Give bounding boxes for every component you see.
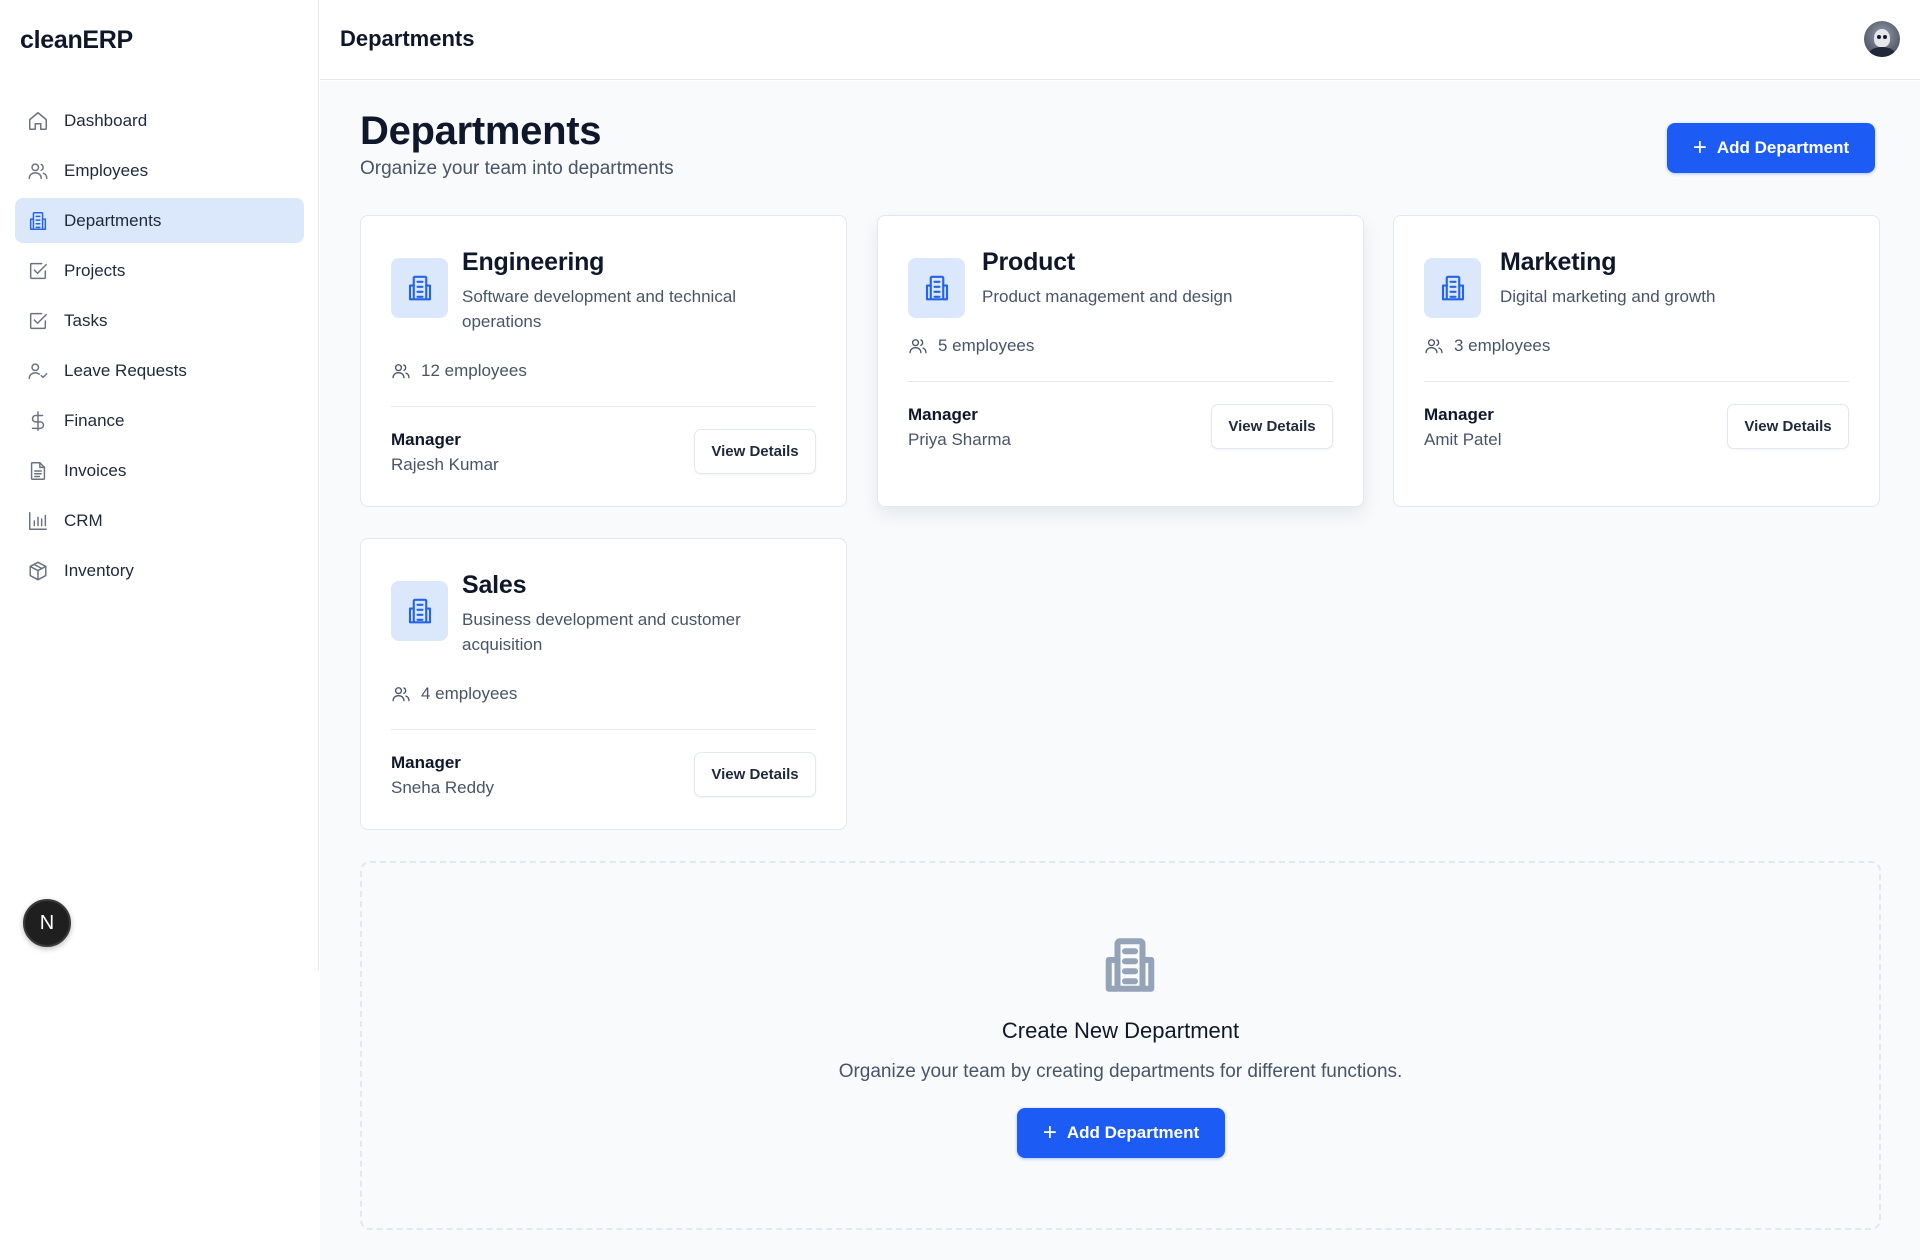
employee-count-label: 4 employees	[421, 684, 518, 703]
building-icon	[391, 581, 448, 641]
view-details-button[interactable]: View Details	[694, 429, 816, 474]
sidebar-item-leave-requests[interactable]: Leave Requests	[15, 348, 304, 393]
avatar[interactable]	[1864, 21, 1900, 57]
manager-label: Manager	[391, 753, 461, 772]
sidebar-item-projects[interactable]: Projects	[15, 248, 304, 293]
top-header: Departments	[320, 0, 1920, 80]
sidebar: cleanERP Dashboard Employees Departments…	[0, 0, 319, 970]
sidebar-nav: Dashboard Employees Departments Projects…	[15, 98, 304, 598]
create-department-title: Create New Department	[1001, 1018, 1240, 1043]
employee-count: 4 employees	[391, 684, 517, 704]
sidebar-item-label: Inventory	[64, 560, 134, 580]
employee-count-label: 5 employees	[938, 336, 1035, 355]
users-icon	[1425, 339, 1443, 354]
manager-label: Manager	[1424, 405, 1494, 424]
dev-tools-badge[interactable]: N	[23, 899, 71, 947]
sidebar-item-label: CRM	[64, 510, 103, 530]
create-department-panel: Create New Department Organize your team…	[360, 861, 1881, 1230]
sidebar-item-departments[interactable]: Departments	[15, 198, 304, 243]
employee-count: 3 employees	[1424, 336, 1550, 356]
sidebar-item-invoices[interactable]: Invoices	[15, 448, 304, 493]
manager-name: Sneha Reddy	[391, 778, 495, 797]
manager-name: Amit Patel	[1424, 430, 1502, 449]
department-card-marketing: Marketing Digital marketing and growth 3…	[1393, 215, 1880, 507]
department-name: Product	[982, 248, 1076, 276]
header-title: Departments	[340, 26, 475, 51]
create-add-department-button[interactable]: + Add Department	[1017, 1108, 1225, 1158]
users-icon	[26, 159, 50, 183]
department-name: Marketing	[1500, 248, 1617, 276]
create-add-department-label: Add Department	[1066, 1123, 1200, 1142]
employee-count: 12 employees	[391, 361, 527, 381]
add-department-label: Add Department	[1716, 138, 1850, 157]
checkbox-icon	[26, 259, 50, 283]
checkbox-icon	[26, 309, 50, 333]
department-card-sales: Sales Business development and customer …	[360, 538, 847, 830]
building-icon	[391, 258, 448, 318]
sidebar-item-dashboard[interactable]: Dashboard	[15, 98, 304, 143]
user-check-icon	[26, 359, 50, 383]
home-icon	[26, 109, 50, 133]
page-title: Departments	[360, 109, 602, 153]
sidebar-item-label: Employees	[64, 160, 149, 180]
department-name: Sales	[462, 571, 527, 599]
package-icon	[26, 559, 50, 583]
sidebar-item-label: Invoices	[64, 460, 127, 480]
users-icon	[392, 364, 410, 379]
file-text-icon	[26, 459, 50, 483]
sidebar-item-label: Leave Requests	[64, 360, 187, 380]
card-divider	[1424, 381, 1849, 382]
page-subtitle: Organize your team into departments	[360, 158, 674, 179]
view-details-button[interactable]: View Details	[1727, 404, 1849, 449]
create-department-text: Organize your team by creating departmen…	[838, 1061, 1403, 1082]
department-card-product: Product Product management and design 5 …	[877, 215, 1364, 507]
department-card-engineering: Engineering Software development and tec…	[360, 215, 847, 507]
card-divider	[391, 406, 816, 407]
add-department-button[interactable]: + Add Department	[1667, 123, 1875, 173]
employee-count-label: 3 employees	[1454, 336, 1551, 355]
department-description: Business development and customer acquis…	[462, 610, 741, 654]
manager-name: Priya Sharma	[908, 430, 1011, 449]
sidebar-item-label: Tasks	[64, 310, 108, 330]
sidebar-item-employees[interactable]: Employees	[15, 148, 304, 193]
building-icon	[1424, 258, 1481, 318]
building-icon	[1100, 935, 1160, 995]
department-description: Software development and technical opera…	[462, 287, 737, 331]
department-description: Product management and design	[982, 287, 1233, 306]
sidebar-item-label: Projects	[64, 260, 126, 280]
manager-label: Manager	[908, 405, 978, 424]
sidebar-item-label: Dashboard	[64, 110, 148, 130]
card-divider	[908, 381, 1333, 382]
sidebar-item-label: Finance	[64, 410, 125, 430]
sidebar-item-finance[interactable]: Finance	[15, 398, 304, 443]
sidebar-item-tasks[interactable]: Tasks	[15, 298, 304, 343]
plus-icon: +	[1692, 134, 1707, 161]
card-divider	[391, 729, 816, 730]
view-details-button[interactable]: View Details	[1211, 404, 1333, 449]
employee-count-label: 12 employees	[421, 361, 527, 380]
manager-label: Manager	[391, 430, 461, 449]
users-icon	[392, 687, 410, 702]
plus-icon: +	[1042, 1119, 1057, 1146]
sidebar-item-label: Departments	[64, 210, 162, 230]
building-icon	[908, 258, 965, 318]
app-root: cleanERP Dashboard Employees Departments…	[0, 0, 1920, 1260]
sidebar-item-inventory[interactable]: Inventory	[15, 548, 304, 593]
sidebar-item-crm[interactable]: CRM	[15, 498, 304, 543]
bar-chart-icon	[26, 509, 50, 533]
department-name: Engineering	[462, 248, 605, 276]
dollar-icon	[26, 409, 50, 433]
building-icon	[26, 209, 50, 233]
view-details-button[interactable]: View Details	[694, 752, 816, 797]
manager-name: Rajesh Kumar	[391, 455, 499, 474]
department-description: Digital marketing and growth	[1500, 287, 1716, 306]
employee-count: 5 employees	[908, 336, 1034, 356]
users-icon	[909, 339, 927, 354]
brand-logo[interactable]: cleanERP	[20, 26, 133, 55]
main-content: Departments Organize your team into depa…	[320, 81, 1920, 1260]
